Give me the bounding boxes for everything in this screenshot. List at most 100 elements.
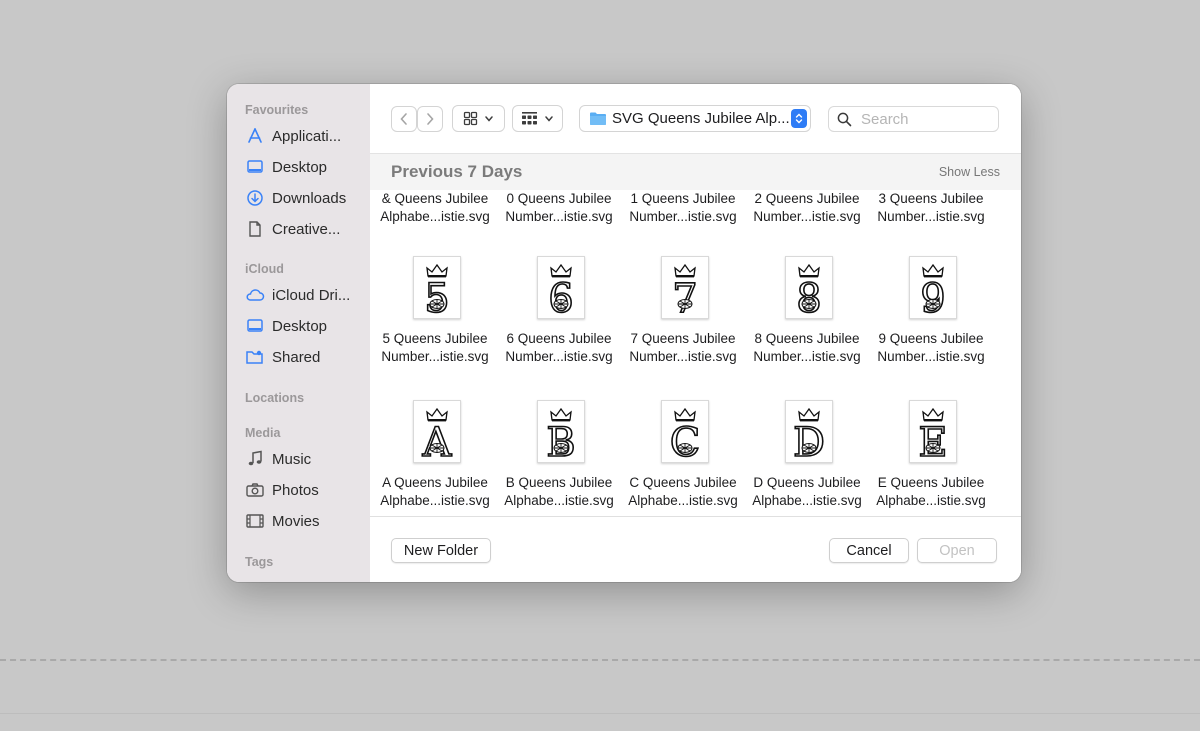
sidebar-item-music[interactable]: Music — [245, 446, 365, 472]
sidebar: Favourites Applicati... Desktop Download… — [227, 84, 371, 582]
search-field[interactable] — [828, 106, 999, 132]
file-name-line2: Number...istie.svg — [505, 209, 613, 224]
thumbnail-glyph: B — [546, 420, 575, 462]
location-popup[interactable]: SVG Queens Jubilee Alp... — [579, 105, 811, 132]
sidebar-item-creative[interactable]: Creative... — [245, 216, 365, 242]
sidebar-item-label: Desktop — [272, 317, 328, 335]
sidebar-section-icloud: iCloud — [245, 262, 284, 276]
crown-monogram-icon: A — [421, 407, 453, 462]
crown-monogram-icon: 6 — [547, 263, 575, 318]
file-name-line1: 0 Queens Jubilee — [506, 191, 612, 206]
file-grid: & Queens Jubilee Alphabe...istie.svg 0 Que… — [370, 190, 1021, 516]
cloud-icon — [245, 285, 265, 305]
file-thumbnail: 5 — [413, 256, 461, 319]
file-thumbnail: 8 — [785, 256, 833, 319]
file-name-line2: Alphabe...istie.svg — [380, 493, 490, 508]
chevron-right-icon — [427, 113, 434, 125]
icon-view-button[interactable] — [452, 105, 505, 132]
group-by-button[interactable] — [512, 105, 563, 132]
sidebar-item-photos[interactable]: Photos — [245, 477, 365, 503]
crown-monogram-icon: D — [792, 407, 826, 462]
open-button[interactable]: Open — [917, 538, 997, 563]
sidebar-item-icloud-drive[interactable]: iCloud Dri... — [245, 282, 365, 308]
file-item[interactable]: B B Queens Jubilee Alphabe...istie.svg — [497, 400, 621, 516]
file-thumbnail: C — [661, 400, 709, 463]
file-name-line2: Alphabe...istie.svg — [504, 493, 614, 508]
crown-monogram-icon: 7 — [671, 263, 699, 318]
file-name-line1: 9 Queens Jubilee — [878, 331, 984, 346]
file-name-line2: Number...istie.svg — [753, 209, 861, 224]
sidebar-item-label: Music — [272, 450, 312, 468]
shared-folder-icon — [245, 347, 265, 367]
applications-icon — [245, 126, 265, 146]
file-name-line1: 3 Queens Jubilee — [878, 191, 984, 206]
file-item[interactable]: 7 7 Queens Jubilee Number...istie.svg — [621, 256, 745, 402]
file-name-line1: D Queens Jubilee — [753, 475, 861, 490]
thumbnail-glyph: 5 — [424, 276, 449, 318]
file-thumbnail: A — [413, 400, 461, 463]
sidebar-item-applications[interactable]: Applicati... — [245, 123, 365, 149]
new-folder-button[interactable]: New Folder — [391, 538, 491, 563]
file-item[interactable]: 5 5 Queens Jubilee Number...istie.svg — [373, 256, 497, 402]
thumbnail-glyph: 9 — [920, 276, 945, 318]
sidebar-section-tags: Tags — [245, 555, 274, 569]
folder-icon — [590, 112, 606, 125]
chevron-left-icon — [400, 113, 407, 125]
file-item[interactable]: C C Queens Jubilee Alphabe...istie.svg — [621, 400, 745, 516]
location-label: SVG Queens Jubilee Alp... — [612, 110, 790, 127]
sidebar-section-locations: Locations — [245, 391, 305, 405]
sidebar-item-icloud-desktop[interactable]: Desktop — [245, 313, 365, 339]
sidebar-item-label: Desktop — [272, 158, 328, 176]
crown-monogram-icon: 5 — [423, 263, 451, 318]
file-name-line1: 6 Queens Jubilee — [506, 331, 612, 346]
sidebar-item-shared[interactable]: Shared — [245, 344, 365, 370]
file-thumbnail: D — [785, 400, 833, 463]
sidebar-section-media: Media — [245, 426, 281, 440]
show-less-link[interactable]: Show Less — [939, 165, 1000, 179]
open-file-dialog: Favourites Applicati... Desktop Download… — [227, 84, 1021, 582]
crown-monogram-icon: 9 — [919, 263, 947, 318]
crown-monogram-icon: B — [545, 407, 577, 462]
film-icon — [245, 511, 265, 531]
sidebar-item-label: Photos — [272, 481, 319, 499]
cancel-button[interactable]: Cancel — [829, 538, 909, 563]
sidebar-section-favourites: Favourites — [245, 103, 309, 117]
file-item[interactable]: A A Queens Jubilee Alphabe...istie.svg — [373, 400, 497, 516]
sidebar-item-label: Applicati... — [272, 127, 342, 145]
sidebar-item-label: Shared — [272, 348, 321, 366]
forward-button[interactable] — [417, 106, 443, 132]
file-name-line1: 5 Queens Jubilee — [382, 331, 488, 346]
file-name-line2: Alphabe...istie.svg — [752, 493, 862, 508]
file-thumbnail: E — [909, 400, 957, 463]
sidebar-item-movies[interactable]: Movies — [245, 508, 365, 534]
thumbnail-glyph: 6 — [548, 276, 573, 318]
file-name-line1: & Queens Jubilee — [381, 191, 489, 206]
file-name-line1: 7 Queens Jubilee — [630, 331, 736, 346]
search-input[interactable] — [859, 109, 993, 129]
sidebar-item-label: Creative... — [272, 220, 341, 238]
file-thumbnail: B — [537, 400, 585, 463]
file-item[interactable]: 8 8 Queens Jubilee Number...istie.svg — [745, 256, 869, 402]
file-name-line1: A Queens Jubilee — [382, 475, 488, 490]
file-item[interactable]: 9 9 Queens Jubilee Number...istie.svg — [869, 256, 993, 402]
back-button[interactable] — [391, 106, 417, 132]
desktop-icon — [245, 157, 265, 177]
crown-monogram-icon: E — [918, 407, 948, 462]
main-pane: SVG Queens Jubilee Alp... Previous 7 Day… — [370, 84, 1021, 582]
sidebar-item-downloads[interactable]: Downloads — [245, 185, 365, 211]
sidebar-item-desktop[interactable]: Desktop — [245, 154, 365, 180]
crown-monogram-icon: C — [669, 407, 701, 462]
sidebar-item-label: Movies — [272, 512, 320, 530]
thumbnail-glyph: A — [422, 420, 453, 462]
file-name-line1: E Queens Jubilee — [877, 475, 985, 490]
file-name-line2: Number...istie.svg — [381, 349, 489, 364]
chevron-down-icon — [545, 115, 553, 122]
file-item[interactable]: 6 6 Queens Jubilee Number...istie.svg — [497, 256, 621, 402]
file-item[interactable]: E E Queens Jubilee Alphabe...istie.svg — [869, 400, 993, 516]
file-name-line2: Number...istie.svg — [629, 209, 737, 224]
group-grid-icon — [522, 112, 537, 125]
file-item[interactable]: D D Queens Jubilee Alphabe...istie.svg — [745, 400, 869, 516]
file-name-line1: C Queens Jubilee — [629, 475, 737, 490]
page-dashed-divider — [0, 659, 1200, 661]
group-header: Previous 7 Days Show Less — [370, 153, 1021, 191]
